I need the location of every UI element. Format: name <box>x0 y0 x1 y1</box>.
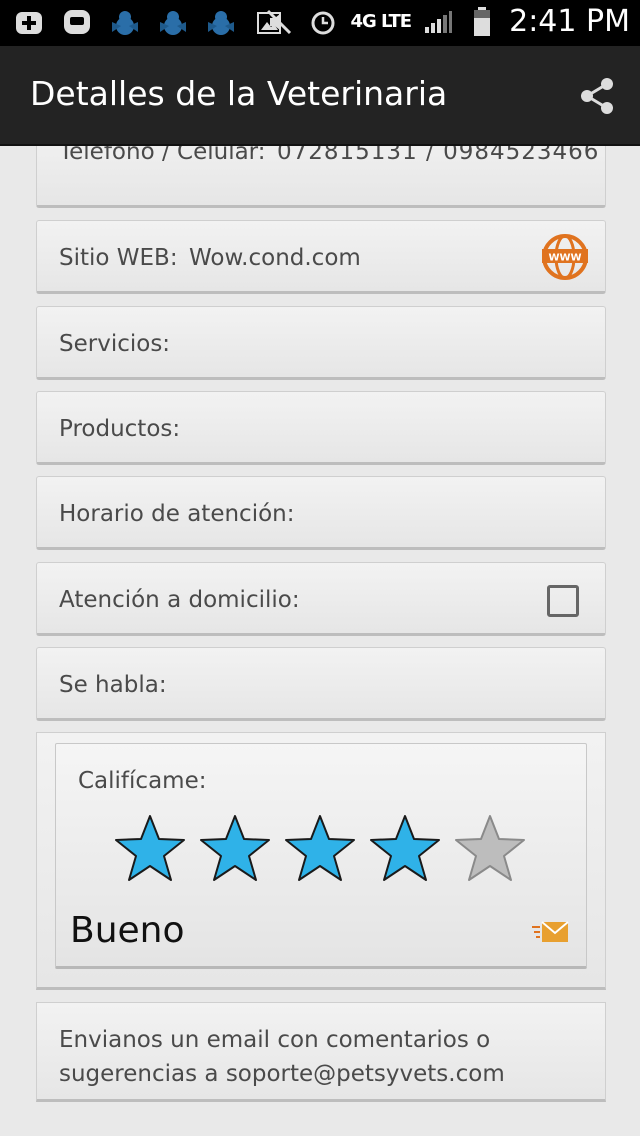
battery-icon <box>465 5 499 39</box>
alarm-icon <box>306 5 340 39</box>
rating-stars[interactable] <box>114 814 534 884</box>
phone-value[interactable]: 072815131 / 0984523466 <box>277 146 599 165</box>
services-label: Servicios: <box>59 331 171 357</box>
star-filled-icon[interactable] <box>284 814 356 882</box>
rating-card: Califícame: Bueno <box>55 743 587 969</box>
svg-text:WWW: WWW <box>548 253 581 264</box>
rating-label: Califícame: <box>78 768 207 794</box>
bird-icon <box>108 6 142 40</box>
details-content[interactable]: Teléfono / Celular: 072815131 / 09845234… <box>0 146 640 1136</box>
feedback-message: Envianos un email con comentarios o suge… <box>59 1027 505 1087</box>
star-filled-icon[interactable] <box>199 814 271 882</box>
system-icons: 4G LTE 2:41 PM <box>262 4 630 39</box>
home-service-checkbox[interactable] <box>547 585 579 617</box>
network-type: 4G LTE <box>350 11 412 32</box>
website-label: Sitio WEB: <box>59 245 178 271</box>
phone-label: Teléfono / Celular: <box>59 146 266 165</box>
rating-section: Califícame: Bueno <box>36 732 606 990</box>
action-bar: Detalles de la Veterinaria <box>0 46 640 146</box>
clock: 2:41 PM <box>509 4 630 39</box>
signal-icon <box>421 5 455 39</box>
rating-text: Bueno <box>70 910 185 951</box>
languages-label: Se habla: <box>59 672 167 698</box>
mail-send-icon[interactable] <box>532 918 570 946</box>
home-service-card: Atención a domicilio: <box>36 562 606 636</box>
notification-icons <box>12 6 286 40</box>
website-card[interactable]: Sitio WEB: Wow.cond.com WWW <box>36 220 606 294</box>
products-card: Productos: <box>36 391 606 465</box>
home-service-label: Atención a domicilio: <box>59 587 300 613</box>
bird-icon <box>156 6 190 40</box>
status-bar: 4G LTE 2:41 PM <box>0 0 640 46</box>
hours-card: Horario de atención: <box>36 476 606 550</box>
services-card: Servicios: <box>36 306 606 380</box>
star-filled-icon[interactable] <box>369 814 441 882</box>
languages-card: Se habla: <box>36 647 606 721</box>
hours-label: Horario de atención: <box>59 501 295 527</box>
messenger-icon <box>60 6 94 40</box>
products-label: Productos: <box>59 416 181 442</box>
www-globe-icon[interactable]: WWW <box>541 233 589 281</box>
star-empty-icon[interactable] <box>454 814 526 882</box>
phone-card: Teléfono / Celular: 072815131 / 09845234… <box>36 146 606 208</box>
share-icon[interactable] <box>578 76 618 116</box>
add-icon <box>12 6 46 40</box>
website-value[interactable]: Wow.cond.com <box>189 245 361 271</box>
bird-icon <box>204 6 238 40</box>
feedback-card[interactable]: Envianos un email con comentarios o suge… <box>36 1002 606 1102</box>
mute-icon <box>262 5 296 39</box>
star-filled-icon[interactable] <box>114 814 186 882</box>
page-title: Detalles de la Veterinaria <box>30 74 448 113</box>
